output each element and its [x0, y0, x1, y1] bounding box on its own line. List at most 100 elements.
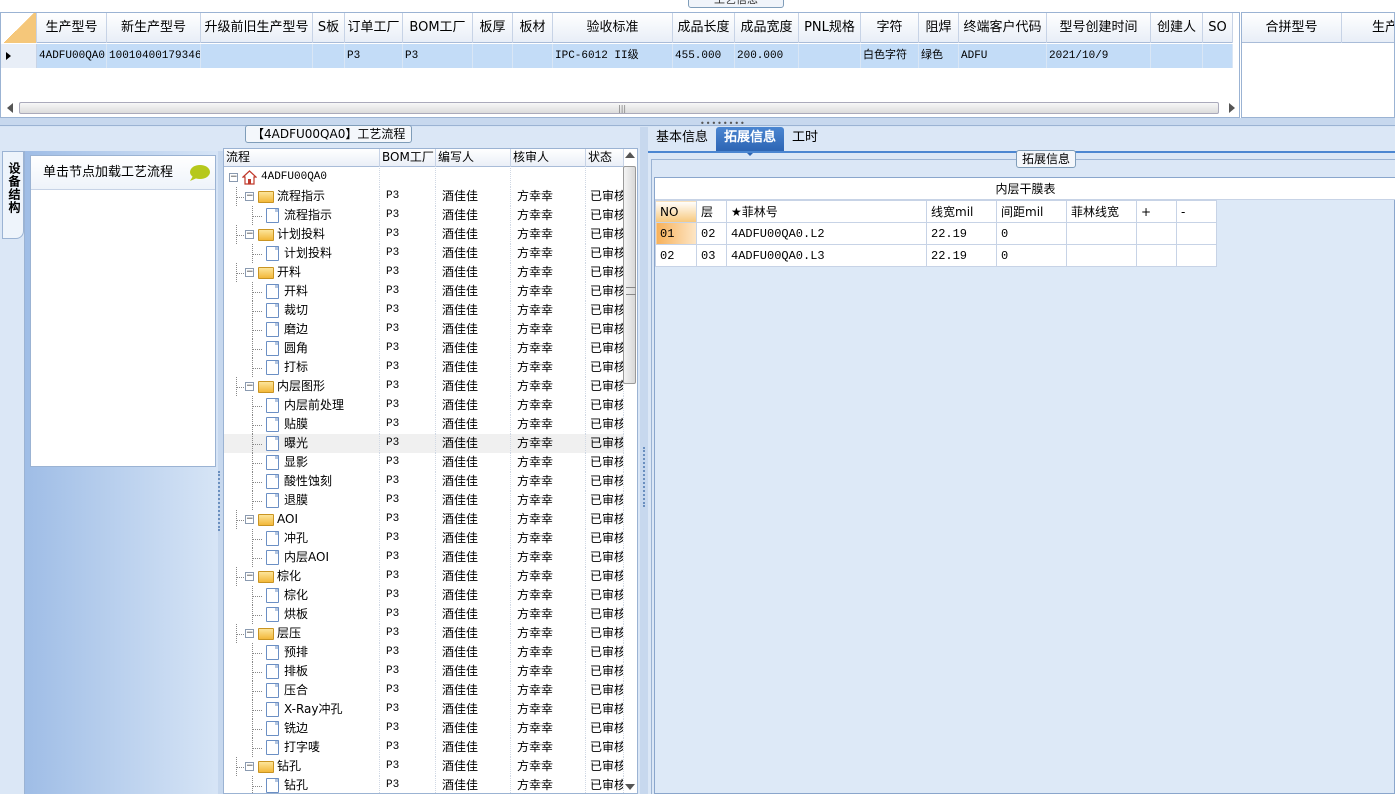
- grid-cell[interactable]: [201, 44, 313, 68]
- grid-col-header[interactable]: 阻焊: [919, 13, 959, 43]
- tree-node-name-cell[interactable]: − 内层图形: [224, 377, 380, 396]
- tree-node-folder[interactable]: − 钻孔 P3 酒佳佳 方幸幸 已审核: [224, 757, 624, 776]
- grid-cell[interactable]: P3: [403, 44, 473, 68]
- tab-work-hours[interactable]: 工时: [784, 127, 826, 151]
- film-cell-add[interactable]: [1136, 222, 1177, 245]
- grid-col-header[interactable]: 升级前旧生产型号: [201, 13, 313, 43]
- film-table-row[interactable]: 01 02 4ADFU00QA0.L2 22.19 0: [655, 222, 1217, 245]
- tree-node-root[interactable]: − 4ADFU00QA0: [224, 168, 624, 187]
- grid-col-header[interactable]: 验收标准: [553, 13, 673, 43]
- tree-node-name-cell[interactable]: − 开料: [224, 263, 380, 282]
- model-grid-row[interactable]: 4ADFU00QA0 10010400179346 P3 P3 IPC-6012 II级…: [1, 44, 1233, 68]
- merge-grid-col-header[interactable]: 合拼型号: [1242, 13, 1342, 43]
- grid-cell[interactable]: 10010400179346: [107, 44, 201, 68]
- tree-node-name-cell[interactable]: − 层压: [224, 624, 380, 643]
- tree-node-name-cell[interactable]: − AOI: [224, 510, 380, 529]
- tree-node-doc[interactable]: X-Ray冲孔 P3 酒佳佳 方幸幸 已审核: [224, 700, 624, 719]
- film-cell-no[interactable]: 02: [655, 244, 697, 267]
- film-cell-film-line-width[interactable]: [1066, 222, 1137, 245]
- tree-node-name-cell[interactable]: 曝光: [224, 434, 380, 453]
- grid-col-header[interactable]: 型号创建时间: [1047, 13, 1151, 43]
- tab-basic-info[interactable]: 基本信息: [648, 127, 716, 151]
- film-cell-remove[interactable]: [1176, 244, 1217, 267]
- tree-node-doc[interactable]: 棕化 P3 酒佳佳 方幸幸 已审核: [224, 586, 624, 605]
- tree-node-name-cell[interactable]: 棕化: [224, 586, 380, 605]
- grid-col-header[interactable]: SO: [1203, 13, 1233, 43]
- tree-node-doc[interactable]: 打标 P3 酒佳佳 方幸幸 已审核: [224, 358, 624, 377]
- tree-node-doc[interactable]: 圆角 P3 酒佳佳 方幸幸 已审核: [224, 339, 624, 358]
- scroll-up-icon[interactable]: [625, 152, 635, 158]
- tree-node-name-cell[interactable]: 开料: [224, 282, 380, 301]
- tree-node-name-cell[interactable]: − 棕化: [224, 567, 380, 586]
- tree-node-doc[interactable]: 内层AOI P3 酒佳佳 方幸幸 已审核: [224, 548, 624, 567]
- tree-node-name-cell[interactable]: 压合: [224, 681, 380, 700]
- tree-node-name-cell[interactable]: 酸性蚀刻: [224, 472, 380, 491]
- tree-node-folder[interactable]: − AOI P3 酒佳佳 方幸幸 已审核: [224, 510, 624, 529]
- tree-node-doc[interactable]: 排板 P3 酒佳佳 方幸幸 已审核: [224, 662, 624, 681]
- tree-node-name-cell[interactable]: 计划投料: [224, 244, 380, 263]
- middle-vertical-splitter[interactable]: [640, 127, 648, 794]
- tree-node-doc[interactable]: 烘板 P3 酒佳佳 方幸幸 已审核: [224, 605, 624, 624]
- tree-node-doc[interactable]: 内层前处理 P3 酒佳佳 方幸幸 已审核: [224, 396, 624, 415]
- tree-col-status[interactable]: 状态: [586, 149, 624, 167]
- film-col-add[interactable]: +: [1136, 200, 1177, 223]
- tree-node-name-cell[interactable]: 圆角: [224, 339, 380, 358]
- tree-node-name-cell[interactable]: − 钻孔: [224, 757, 380, 776]
- grid-cell[interactable]: 白色字符: [861, 44, 919, 68]
- model-grid[interactable]: 生产型号 新生产型号 升级前旧生产型号 S板 订单工厂 BOM工厂 板厚 板材 验收标准 成品长度…: [0, 12, 1240, 118]
- tree-col-bom[interactable]: BOM工厂: [380, 149, 436, 167]
- grid-col-header[interactable]: 板厚: [473, 13, 513, 43]
- tree-node-name-cell[interactable]: 打标: [224, 358, 380, 377]
- equipment-structure-tab[interactable]: 设备结构: [2, 151, 24, 239]
- scroll-right-icon[interactable]: [1229, 103, 1235, 113]
- grid-cell[interactable]: [1151, 44, 1203, 68]
- collapse-icon[interactable]: −: [245, 268, 254, 277]
- tree-node-name-cell[interactable]: 铣边: [224, 719, 380, 738]
- film-cell-layer[interactable]: 02: [696, 222, 727, 245]
- grid-corner[interactable]: [1, 13, 37, 43]
- grid-col-header[interactable]: PNL规格: [799, 13, 861, 43]
- grid-col-header[interactable]: 订单工厂: [345, 13, 403, 43]
- grid-cell[interactable]: ADFU: [959, 44, 1047, 68]
- film-table[interactable]: NO 层 ★菲林号 线宽mil 间距mil 菲林线宽 + - 01 02 4AD…: [655, 200, 1217, 267]
- film-col-line-width[interactable]: 线宽mil: [926, 200, 997, 223]
- scroll-down-icon[interactable]: [625, 784, 635, 790]
- grid-cell[interactable]: [799, 44, 861, 68]
- film-cell-layer[interactable]: 03: [696, 244, 727, 267]
- tree-node-doc[interactable]: 开料 P3 酒佳佳 方幸幸 已审核: [224, 282, 624, 301]
- tree-node-doc[interactable]: 计划投料 P3 酒佳佳 方幸幸 已审核: [224, 244, 624, 263]
- horizontal-scrollbar[interactable]: |||: [5, 100, 1237, 116]
- tree-node-name-cell[interactable]: 内层前处理: [224, 396, 380, 415]
- grid-col-header[interactable]: 字符: [861, 13, 919, 43]
- tree-node-doc[interactable]: 曝光 P3 酒佳佳 方幸幸 已审核: [224, 434, 624, 453]
- grid-cell[interactable]: 455.000: [673, 44, 735, 68]
- process-tree[interactable]: 流程 BOM工厂 编写人 核审人 状态 −4ADFU00QA0− 流程指示 P3 酒佳…: [223, 148, 638, 794]
- tree-node-folder[interactable]: − 计划投料 P3 酒佳佳 方幸幸 已审核: [224, 225, 624, 244]
- merge-grid[interactable]: 合拼型号生产型: [1241, 12, 1395, 118]
- film-col-film-no[interactable]: ★菲林号: [726, 200, 927, 223]
- film-col-spacing[interactable]: 间距mil: [996, 200, 1067, 223]
- tree-node-name-cell[interactable]: 预排: [224, 643, 380, 662]
- merge-grid-col-header[interactable]: 生产型: [1342, 13, 1394, 43]
- tree-node-name-cell[interactable]: 钻孔: [224, 776, 380, 793]
- tree-node-name-cell[interactable]: 退膜: [224, 491, 380, 510]
- tree-node-doc[interactable]: 退膜 P3 酒佳佳 方幸幸 已审核: [224, 491, 624, 510]
- film-col-remove[interactable]: -: [1176, 200, 1217, 223]
- film-cell-add[interactable]: [1136, 244, 1177, 267]
- grid-cell[interactable]: [313, 44, 345, 68]
- grid-cell[interactable]: 4ADFU00QA0: [37, 44, 107, 68]
- grid-cell[interactable]: 200.000: [735, 44, 799, 68]
- film-cell-film-no[interactable]: 4ADFU00QA0.L3: [726, 244, 927, 267]
- film-cell-line-width[interactable]: 22.19: [926, 244, 997, 267]
- film-col-film-line-width[interactable]: 菲林线宽: [1066, 200, 1137, 223]
- tree-node-name-cell[interactable]: 裁切: [224, 301, 380, 320]
- tree-node-doc[interactable]: 打字唛 P3 酒佳佳 方幸幸 已审核: [224, 738, 624, 757]
- speech-bubble-icon[interactable]: [187, 164, 211, 182]
- tree-node-folder[interactable]: − 开料 P3 酒佳佳 方幸幸 已审核: [224, 263, 624, 282]
- tree-node-folder[interactable]: − 棕化 P3 酒佳佳 方幸幸 已审核: [224, 567, 624, 586]
- tree-col-writer[interactable]: 编写人: [436, 149, 511, 167]
- tree-node-doc[interactable]: 冲孔 P3 酒佳佳 方幸幸 已审核: [224, 529, 624, 548]
- collapse-icon[interactable]: −: [245, 629, 254, 638]
- tree-node-name-cell[interactable]: 贴膜: [224, 415, 380, 434]
- film-cell-line-width[interactable]: 22.19: [926, 222, 997, 245]
